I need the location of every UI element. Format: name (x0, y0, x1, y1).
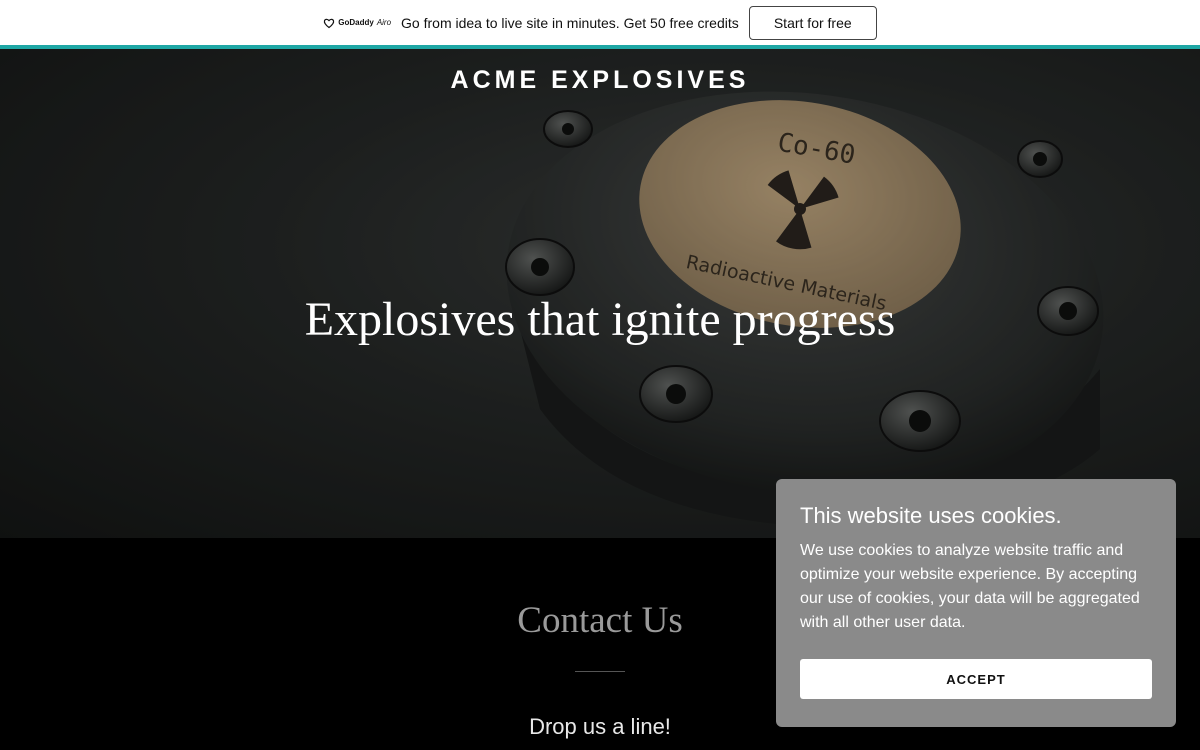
godaddy-heart-icon (324, 18, 335, 28)
cookie-banner: This website uses cookies. We use cookie… (776, 479, 1176, 727)
brand-name: GoDaddy (338, 18, 374, 27)
cookie-title: This website uses cookies. (800, 503, 1062, 528)
godaddy-logo[interactable]: GoDaddy Airo (323, 17, 391, 29)
contact-divider (575, 671, 625, 672)
cookie-accept-button[interactable]: ACCEPT (800, 659, 1152, 699)
promo-bar: GoDaddy Airo Go from idea to live site i… (0, 0, 1200, 45)
promo-message: Go from idea to live site in minutes. Ge… (401, 14, 739, 31)
hero-section: Co-60 Radioactive Materials ACME EXPLOSI… (0, 49, 1200, 538)
brand-suffix: Airo (376, 18, 392, 27)
site-title[interactable]: ACME EXPLOSIVES (0, 66, 1200, 95)
start-for-free-button[interactable]: Start for free (748, 5, 877, 40)
hero-headline: Explosives that ignite progress (304, 293, 896, 346)
cookie-body: We use cookies to analyze website traffi… (800, 542, 1140, 631)
